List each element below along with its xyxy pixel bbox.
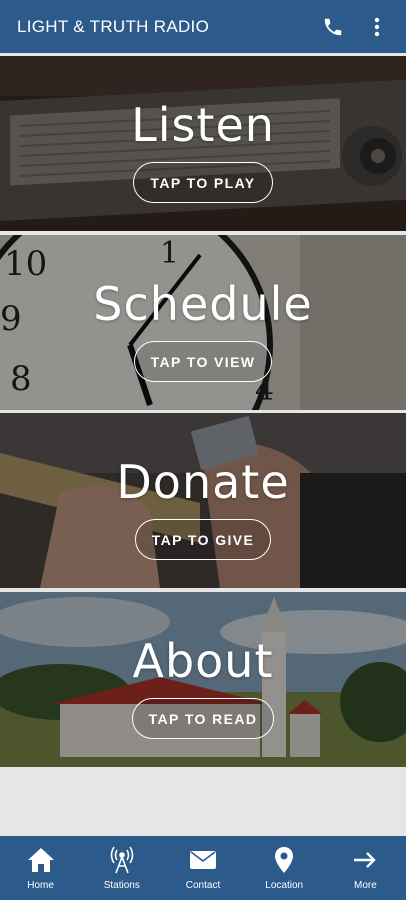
tap-to-give-button[interactable]: TAP TO GIVE: [134, 519, 272, 560]
tab-stations-label: Stations: [103, 880, 140, 891]
tap-to-play-button[interactable]: TAP TO PLAY: [133, 162, 273, 203]
map-pin-icon: [274, 845, 294, 875]
envelope-icon: [189, 845, 217, 875]
bottom-navigation: Home Stations Contact Location More: [0, 836, 406, 900]
app-title: LIGHT & TRUTH RADIO: [17, 16, 210, 36]
tile-title-donate: Donate: [116, 455, 290, 509]
tile-about[interactable]: About TAP TO READ: [0, 592, 406, 767]
tile-listen[interactable]: Listen TAP TO PLAY: [0, 56, 406, 231]
arrow-right-icon: [353, 845, 377, 875]
home-icon: [27, 845, 55, 875]
tile-title-about: About: [132, 634, 274, 688]
tab-home-label: Home: [27, 880, 54, 891]
tab-contact-label: Contact: [185, 880, 221, 891]
tab-more[interactable]: More: [325, 836, 406, 900]
tab-home[interactable]: Home: [0, 836, 81, 900]
app-bar: LIGHT & TRUTH RADIO: [0, 0, 406, 55]
tile-schedule[interactable]: 10 9 8 1 4 Schedule TAP TO VIEW: [0, 235, 406, 410]
tab-location-label: Location: [265, 880, 304, 891]
tile-donate[interactable]: Donate TAP TO GIVE: [0, 413, 406, 588]
tab-location[interactable]: Location: [244, 836, 325, 900]
tile-title-schedule: Schedule: [93, 277, 313, 331]
tab-contact[interactable]: Contact: [162, 836, 243, 900]
tile-title-listen: Listen: [131, 98, 275, 152]
tab-more-label: More: [354, 880, 377, 891]
antenna-icon: [109, 845, 135, 875]
tab-stations[interactable]: Stations: [81, 836, 162, 900]
more-vert-icon[interactable]: [362, 12, 392, 42]
tap-to-read-button[interactable]: TAP TO READ: [131, 698, 275, 739]
phone-icon[interactable]: [318, 12, 348, 42]
tap-to-view-button[interactable]: TAP TO VIEW: [133, 341, 273, 382]
